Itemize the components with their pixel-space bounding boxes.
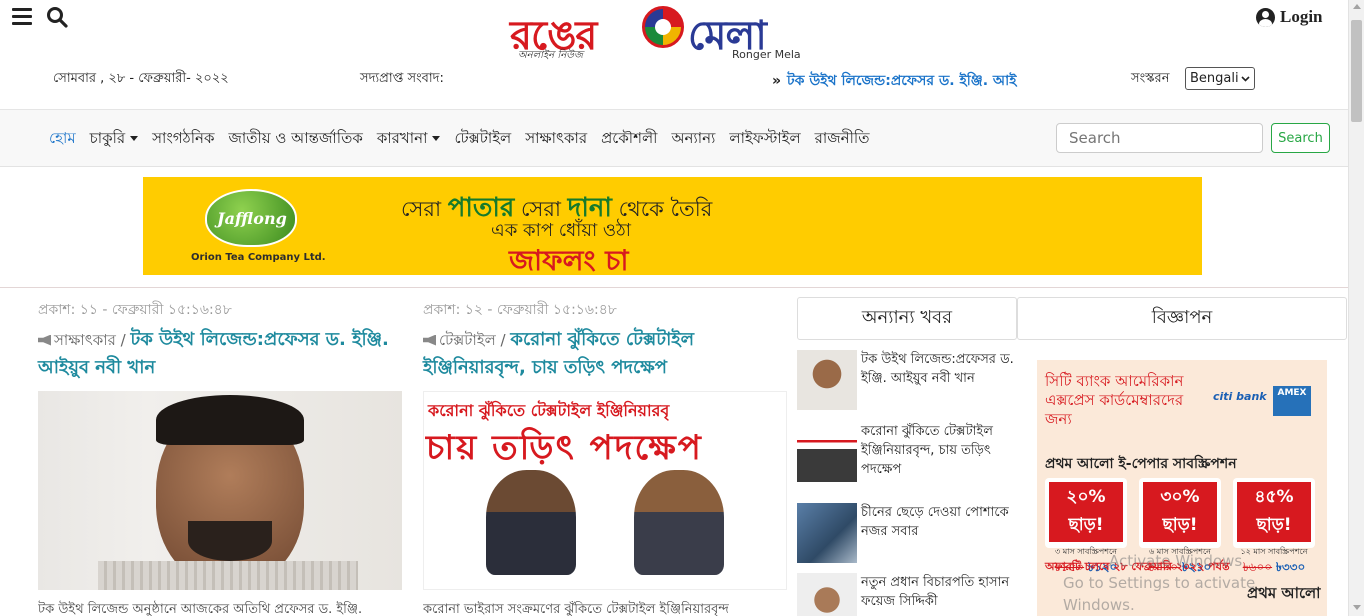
banner-company: Orion Tea Company Ltd. <box>191 252 326 263</box>
nav-item-interview[interactable]: সাক্ষাৎকার <box>525 127 587 152</box>
search-icon[interactable] <box>46 6 68 28</box>
person-photo-right <box>634 470 724 575</box>
ticker-arrows-icon: » <box>772 73 782 89</box>
edition-select[interactable]: Bengali <box>1185 67 1255 90</box>
offer-discount: ৪৫% ছাড়! <box>1237 482 1311 542</box>
sidebar-news-item[interactable]: নতুন প্রধান বিচারপতি হাসান ফয়েজ সিদ্দিক… <box>797 573 1017 616</box>
offer-box[interactable]: ৪৫% ছাড়! ১২ মাস সাবস্ক্রিপশনে ৳৬০০ ৳৩৩০ <box>1233 478 1315 574</box>
portrait-shirt <box>98 561 358 590</box>
news-title[interactable]: করোনা ঝুঁকিতে টেক্সটাইল ইঞ্জিনিয়ারবৃন্দ… <box>861 422 1017 482</box>
site-logo[interactable]: রঙের মেলা অনলাইন নিউজ Ronger Mela <box>510 4 815 62</box>
logo-wheel-icon <box>642 6 684 48</box>
banner-brand: Jafflong <box>217 209 287 228</box>
user-icon <box>1256 7 1275 27</box>
sidebar-news-item[interactable]: চীনের ছেড়ে দেওয়া পোশাকে নজর সবার <box>797 503 1017 563</box>
login-label: Login <box>1280 7 1323 26</box>
photo-title-line-1: করোনা ঝুঁকিতে টেক্সটাইল ইঞ্জিনিয়ারবৃ <box>428 401 670 420</box>
article-photo[interactable]: করোনা ঝুঁকিতে টেক্সটাইল ইঞ্জিনিয়ারবৃ চা… <box>423 391 787 590</box>
citi-bank-logo: citi bank <box>1213 390 1267 403</box>
nav-items: হোম চাকুরি সাংগঠনিক জাতীয় ও আন্তর্জাতিক… <box>49 127 869 152</box>
caret-down-icon <box>432 136 441 141</box>
nav-item-engineer[interactable]: প্রকৌশলী <box>601 127 657 152</box>
person-photo-left <box>486 470 576 575</box>
offer-discount: ২০% ছাড়! <box>1049 482 1123 542</box>
article-headline[interactable]: সাক্ষাৎকার / টক উইথ লিজেন্ড:প্রফেসর ড. ই… <box>38 326 402 381</box>
sidebar-news-item[interactable]: টক উইথ লিজেন্ড:প্রফেসর ড. ইঞ্জি. আইয়ুব … <box>797 350 1017 410</box>
article-card[interactable]: প্রকাশ: ১২ - ফেব্রুয়ারী ১৫:১৬:৪৮ টেক্সট… <box>423 298 787 381</box>
edition-select-value: Bengali <box>1190 71 1239 86</box>
divider <box>0 287 1348 288</box>
article-card[interactable]: প্রকাশ: ১১ - ফেব্রুয়ারী ১৫:১৬:৪৮ সাক্ষা… <box>38 298 402 381</box>
nav-item-factory[interactable]: কারখানা <box>377 127 441 152</box>
nav-item-textile[interactable]: টেক্সটাইল <box>454 127 511 152</box>
caret-down-icon <box>130 136 139 141</box>
article-published-date: প্রকাশ: ১১ - ফেব্রুয়ারী ১৫:১৬:৪৮ <box>38 302 232 318</box>
news-ticker[interactable]: » টক উইথ লিজেন্ড:প্রফেসর ড. ইঞ্জি. আই <box>772 69 1052 93</box>
news-title[interactable]: চীনের ছেড়ে দেওয়া পোশাকে নজর সবার <box>861 503 1017 563</box>
tea-banner-ad[interactable]: Jafflong Orion Tea Company Ltd. সেরা পাত… <box>143 177 1202 277</box>
megaphone-icon <box>38 334 51 346</box>
article-snippet: করোনা ভাইরাস সংক্রমণের ঝুঁকিতে টেক্সটাইল… <box>423 602 729 616</box>
latest-news-label: সদ্যপ্রাপ্ত সংবাদ: <box>360 71 444 86</box>
ad-heading: সিটি ব্যাংক আমেরিকান এক্সপ্রেস কার্ডমেম্… <box>1045 372 1184 428</box>
article-photo[interactable] <box>38 391 402 590</box>
search-button[interactable]: Search <box>1271 123 1330 153</box>
chevron-down-icon <box>1241 75 1250 82</box>
portrait-hair <box>156 395 304 445</box>
ticker-text: টক উইথ লিজেন্ড:প্রফেসর ড. ইঞ্জি. আই <box>787 73 1017 89</box>
tab-advertisement[interactable]: বিজ্ঞাপন <box>1017 297 1347 340</box>
current-date: সোমবার , ২৮ - ফেব্রুয়ারী- ২০২২ <box>53 71 229 86</box>
article-category[interactable]: টেক্সটাইল <box>439 331 496 349</box>
offer-box[interactable]: ৩০% ছাড়! ৬ মাস সাবস্ক্রিপশনে ৳৩০০ ৳২১০ <box>1139 478 1221 574</box>
scroll-down-icon[interactable] <box>1353 605 1361 610</box>
nav-item-jobs[interactable]: চাকুরি <box>90 127 139 152</box>
news-thumbnail <box>797 573 857 616</box>
news-title[interactable]: নতুন প্রধান বিচারপতি হাসান ফয়েজ সিদ্দিক… <box>861 573 1017 616</box>
nav-item-home[interactable]: হোম <box>49 127 76 152</box>
article-category[interactable]: সাক্ষাৎকার <box>54 331 116 349</box>
main-navigation: হোম চাকুরি সাংগঠনিক জাতীয় ও আন্তর্জাতিক… <box>0 110 1348 167</box>
tab-other-news[interactable]: অন্যান্য খবর <box>797 297 1017 340</box>
bank-subscription-ad[interactable]: সিটি ব্যাংক আমেরিকান এক্সপ্রেস কার্ডমেম্… <box>1037 360 1327 616</box>
nav-item-lifestyle[interactable]: লাইফস্টাইল <box>729 127 800 152</box>
login-button[interactable]: Login <box>1256 7 1323 27</box>
top-bar: রঙের মেলা অনলাইন নিউজ Ronger Mela Login … <box>0 0 1348 110</box>
megaphone-icon <box>423 334 436 346</box>
logo-subtitle-en: Ronger Mela <box>732 48 801 61</box>
edition-label: সংস্করন <box>1131 71 1170 86</box>
sidebar-news-item[interactable]: করোনা ঝুঁকিতে টেক্সটাইল ইঞ্জিনিয়ারবৃন্দ… <box>797 422 1017 482</box>
offer-discount: ৩০% ছাড়! <box>1143 482 1217 542</box>
offer-box[interactable]: ২০% ছাড়! ৩ মাস সাবস্ক্রিপশনে ৳১৫০ ৳১২০ <box>1045 478 1127 574</box>
photo-title-line-2: চায় তড়িৎ পদক্ষেপ <box>426 428 703 468</box>
article-headline[interactable]: টেক্সটাইল / করোনা ঝুঁকিতে টেক্সটাইল ইঞ্জ… <box>423 326 787 381</box>
hamburger-menu-icon[interactable] <box>12 8 32 26</box>
scrollbar-thumb[interactable] <box>1351 20 1362 122</box>
nav-item-organizational[interactable]: সাংগঠনিক <box>152 127 214 152</box>
vertical-scrollbar[interactable] <box>1348 0 1364 616</box>
nav-item-national-international[interactable]: জাতীয় ও আন্তর্জাতিক <box>228 127 362 152</box>
news-thumbnail <box>797 503 857 563</box>
article-snippet: টক উইথ লিজেন্ড অনুষ্ঠানে আজকের অতিথি প্র… <box>38 602 363 616</box>
article-published-date: প্রকাশ: ১২ - ফেব্রুয়ারী ১৫:১৬:৪৮ <box>423 302 617 318</box>
windows-activation-watermark: Activate Windows Go to Settings to activ… <box>1063 552 1256 614</box>
news-title[interactable]: টক উইথ লিজেন্ড:প্রফেসর ড. ইঞ্জি. আইয়ুব … <box>861 350 1017 410</box>
ad-subheading: প্রথম আলো ই-পেপার সাবস্ক্রিপশন <box>1045 456 1237 472</box>
logo-subtitle-bn: অনলাইন নিউজ <box>518 50 583 61</box>
news-thumbnail <box>797 350 857 410</box>
banner-product-name: জাফলং চা <box>509 244 629 277</box>
amex-logo: AMEX <box>1273 386 1311 416</box>
search-input[interactable] <box>1056 123 1263 153</box>
nav-item-others[interactable]: অন্যান্য <box>671 127 715 152</box>
portrait-beard <box>188 521 272 561</box>
scroll-up-icon[interactable] <box>1353 4 1361 9</box>
news-thumbnail <box>797 422 857 482</box>
nav-item-politics[interactable]: রাজনীতি <box>815 127 870 152</box>
